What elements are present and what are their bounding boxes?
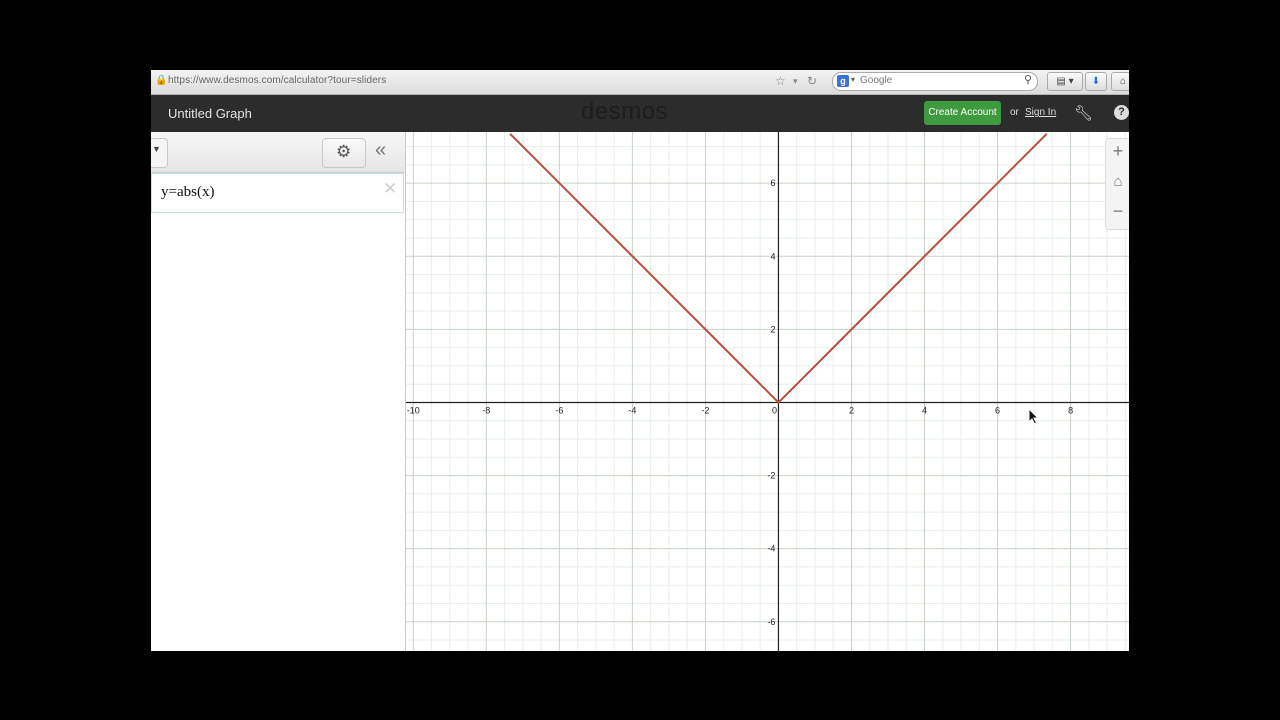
home-zoom-icon[interactable]: ⌂: [1106, 173, 1129, 190]
mouse-cursor-icon: [1028, 408, 1040, 425]
y-tick-label: 2: [770, 324, 775, 334]
x-tick-label: 2: [849, 405, 854, 415]
screen: 🔒 https://www.desmos.com/calculator?tour…: [151, 70, 1129, 651]
or-text: or: [1010, 107, 1019, 118]
google-icon: g: [837, 75, 849, 87]
graph-canvas[interactable]: -10 -8 -6 -4 -2 0 2 4 6 8 -6 -4 -2 2 4 6: [406, 132, 1129, 651]
y-tick-label: -6: [767, 617, 775, 627]
expression-toolbar: ▼ ⚙ «: [151, 132, 405, 173]
chevron-down-icon: ▼: [152, 144, 161, 154]
graph-title[interactable]: Untitled Graph: [168, 106, 252, 121]
x-tick-label: -10: [407, 405, 420, 415]
y-tick-label: -4: [767, 544, 775, 554]
y-tick-label: 4: [770, 251, 775, 261]
create-account-button[interactable]: Create Account: [924, 101, 1001, 125]
home-icon: ⌂: [1119, 76, 1127, 87]
bookmarks-icon: ▤ ▾: [1056, 76, 1074, 87]
home-button[interactable]: ⌂: [1111, 72, 1129, 91]
star-icon[interactable]: ☆: [775, 73, 786, 89]
browser-toolbar: 🔒 https://www.desmos.com/calculator?tour…: [151, 70, 1129, 95]
sign-in-link[interactable]: Sign In: [1025, 107, 1056, 118]
gear-icon: ⚙: [336, 142, 352, 161]
search-icon[interactable]: ⚲: [1024, 73, 1032, 86]
reload-icon[interactable]: ↻: [807, 73, 817, 89]
x-tick-label: 4: [922, 405, 927, 415]
wrench-icon[interactable]: 🔧︎: [1074, 104, 1093, 122]
graph-settings-button[interactable]: ⚙: [322, 138, 366, 168]
x-tick-label: -8: [482, 405, 490, 415]
x-tick-label: 0: [772, 405, 777, 415]
x-tick-label: -6: [555, 405, 563, 415]
x-tick-label: 8: [1068, 405, 1073, 415]
add-item-dropdown[interactable]: ▼: [151, 138, 168, 168]
help-icon[interactable]: ?: [1114, 105, 1129, 120]
expression-item[interactable]: y=abs(x) ✕: [151, 173, 404, 213]
zoom-in-icon[interactable]: +: [1106, 141, 1129, 162]
y-tick-label: -2: [767, 471, 775, 481]
download-button[interactable]: ⬇: [1085, 72, 1107, 91]
expression-panel: ▼ ⚙ « y=abs(x) ✕: [151, 132, 406, 651]
search-input[interactable]: g ▾ Google ⚲: [832, 72, 1038, 91]
zoom-out-icon[interactable]: −: [1106, 201, 1129, 222]
delete-expression-icon[interactable]: ✕: [383, 179, 397, 199]
collapse-panel-icon[interactable]: «: [375, 140, 386, 160]
download-icon: ⬇: [1091, 76, 1101, 87]
dropdown-arrow-icon[interactable]: ▾: [793, 73, 798, 89]
x-tick-label: -2: [701, 405, 709, 415]
app-header: Untitled Graph desmos Create Account or …: [151, 95, 1129, 132]
expression-input[interactable]: y=abs(x): [161, 184, 214, 201]
y-tick-label: 6: [770, 178, 775, 188]
address-bar[interactable]: https://www.desmos.com/calculator?tour=s…: [168, 75, 386, 86]
x-tick-label: 6: [995, 405, 1000, 415]
bookmarks-button[interactable]: ▤ ▾: [1047, 72, 1083, 91]
x-tick-label: -4: [628, 405, 636, 415]
search-placeholder: Google: [860, 75, 893, 86]
lock-icon: 🔒: [155, 75, 168, 86]
search-engine-dropdown-icon[interactable]: ▾: [851, 75, 855, 84]
desmos-logo: desmos: [581, 98, 669, 125]
zoom-controls: + ⌂ −: [1105, 138, 1129, 230]
